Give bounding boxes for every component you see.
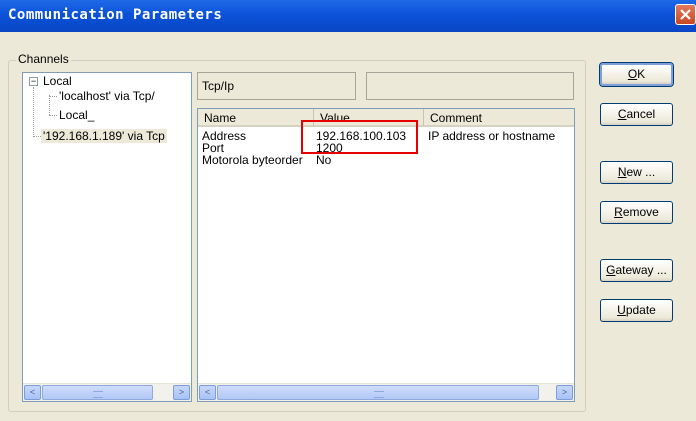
column-header-comment[interactable]: Comment	[424, 109, 574, 127]
channels-group-label: Channels	[16, 52, 71, 66]
column-header-name[interactable]: Name	[198, 109, 314, 127]
driver-name-field: Tcp/Ip	[197, 72, 356, 100]
scroll-thumb[interactable]	[217, 385, 539, 400]
tree-connector	[49, 96, 57, 97]
tree-connector	[33, 136, 41, 137]
collapse-toggle[interactable]: −	[29, 77, 38, 86]
address-value-highlight	[301, 120, 418, 154]
scroll-left-icon: <	[29, 387, 36, 397]
channel-tree[interactable]: − Local 'localhost' via Tcp/ Local_ '192…	[22, 72, 192, 402]
tree-connector	[49, 115, 57, 116]
scroll-right-button[interactable]: >	[173, 385, 190, 400]
tree-connector	[49, 95, 50, 115]
scroll-left-icon: <	[204, 387, 211, 397]
param-comment-address: IP address or hostname	[428, 129, 556, 143]
tree-horizontal-scrollbar[interactable]: < >	[23, 383, 191, 401]
scroll-right-icon: >	[561, 387, 568, 397]
remove-button[interactable]: Remove	[600, 201, 673, 224]
cancel-button[interactable]: Cancel	[600, 103, 673, 126]
scroll-grip	[374, 391, 384, 398]
scroll-left-button[interactable]: <	[199, 385, 216, 400]
param-name-motorola-byteorder[interactable]: Motorola byteorder	[202, 153, 303, 167]
driver-description-field	[366, 72, 574, 100]
scroll-thumb[interactable]	[42, 385, 153, 400]
tree-item-local-underscore[interactable]: Local_	[59, 108, 94, 122]
tree-connector	[33, 87, 34, 137]
tree-item-192-168-1-189[interactable]: '192.168.1.189' via Tcp	[41, 129, 167, 143]
grid-horizontal-scrollbar[interactable]: < >	[198, 383, 574, 401]
scroll-right-icon: >	[178, 387, 185, 397]
tree-item-localhost[interactable]: 'localhost' via Tcp/	[59, 89, 155, 103]
close-button[interactable]	[675, 4, 696, 25]
dialog-window: Communication Parameters Channels − Loca…	[0, 0, 696, 421]
tree-item-local[interactable]: Local	[43, 74, 72, 88]
gateway-button[interactable]: Gateway ...	[600, 259, 673, 282]
window-title: Communication Parameters	[8, 7, 223, 23]
new-button[interactable]: New ...	[600, 161, 673, 184]
scroll-right-button[interactable]: >	[556, 385, 573, 400]
scroll-left-button[interactable]: <	[24, 385, 41, 400]
close-icon	[680, 9, 691, 20]
update-button[interactable]: Update	[600, 299, 673, 322]
ok-button[interactable]: OK	[600, 63, 673, 86]
param-value-motorola-byteorder[interactable]: No	[316, 153, 331, 167]
title-bar[interactable]: Communication Parameters	[0, 0, 696, 32]
scroll-grip	[93, 391, 103, 398]
